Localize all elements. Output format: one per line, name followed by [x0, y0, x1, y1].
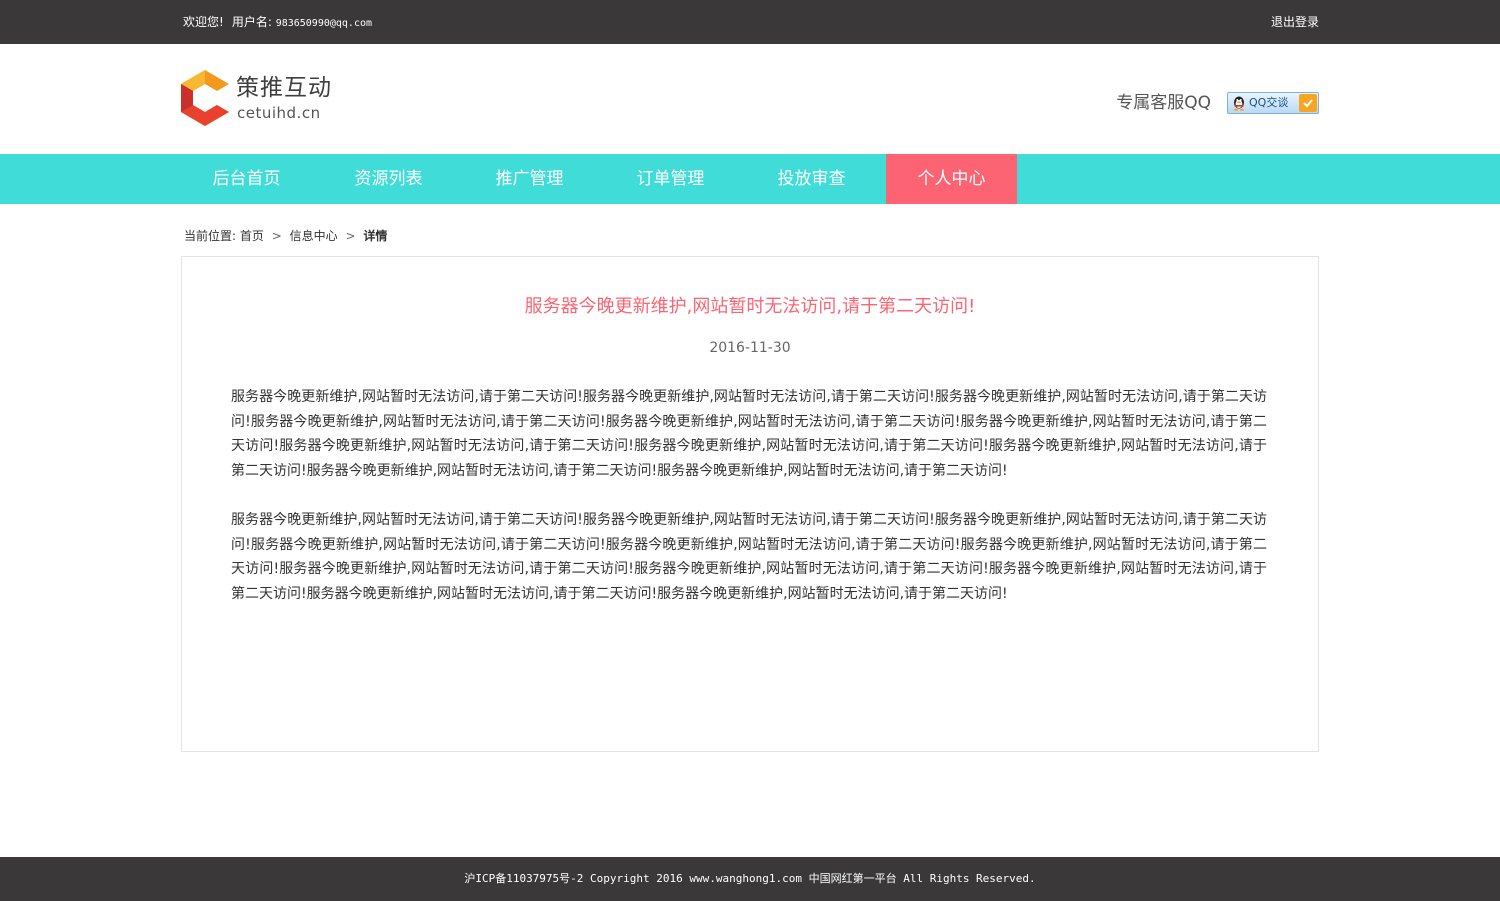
username: 983650990@qq.com [275, 18, 373, 29]
qq-penguin-icon [1233, 96, 1245, 111]
article-paragraph: 服务器今晚更新维护,网站暂时无法访问,请于第二天访问!服务器今晚更新维护,网站暂… [231, 389, 1267, 479]
service-label: 专属客服QQ [1116, 93, 1211, 113]
logo-name-cn: 策推互动 [236, 75, 332, 101]
breadcrumb: 当前位置: 首页 > 信息中心 > 详情 [184, 228, 387, 244]
nav-item-profile[interactable]: 个人中心 [886, 154, 1017, 204]
logo-mark-icon [181, 70, 229, 126]
check-icon [1299, 94, 1317, 112]
article-body: 服务器今晚更新维护,网站暂时无法访问,请于第二天访问!服务器今晚更新维护,网站暂… [231, 385, 1267, 631]
chevron-right-icon: > [345, 229, 356, 243]
welcome-label: 欢迎您! [183, 15, 224, 29]
breadcrumb-label: 当前位置: [184, 229, 237, 243]
nav-item-review[interactable]: 投放审查 [746, 154, 877, 204]
nav-item-promotion[interactable]: 推广管理 [464, 154, 595, 204]
qq-button-label: QQ交谈 [1249, 96, 1289, 109]
article-title: 服务器今晚更新维护,网站暂时无法访问,请于第二天访问! [524, 296, 976, 317]
username-label: 用户名: [231, 15, 272, 29]
logout-link[interactable]: 退出登录 [1271, 14, 1319, 30]
nav-item-resources[interactable]: 资源列表 [323, 154, 454, 204]
chevron-right-icon: > [271, 229, 282, 243]
logo[interactable]: 策推互动 cetuihd.cn [181, 70, 341, 130]
breadcrumb-current: 详情 [363, 229, 388, 243]
breadcrumb-home[interactable]: 首页 [240, 229, 264, 243]
welcome-text: 欢迎您! 用户名: 983650990@qq.com [183, 14, 372, 32]
header: 策推互动 cetuihd.cn 专属客服QQ QQ交谈 [0, 44, 1500, 154]
qq-chat-button[interactable]: QQ交谈 [1227, 92, 1319, 114]
logo-name-en: cetuihd.cn [237, 104, 321, 122]
footer: 沪ICP备11037975号-2 Copyright 2016 www.wang… [0, 857, 1500, 901]
main-nav: 后台首页 资源列表 推广管理 订单管理 投放审查 个人中心 [0, 154, 1500, 204]
nav-item-orders[interactable]: 订单管理 [605, 154, 736, 204]
breadcrumb-info-center[interactable]: 信息中心 [290, 229, 338, 243]
article-paragraph: 服务器今晚更新维护,网站暂时无法访问,请于第二天访问!服务器今晚更新维护,网站暂… [231, 512, 1267, 602]
nav-item-dashboard[interactable]: 后台首页 [181, 154, 312, 204]
footer-copyright: 沪ICP备11037975号-2 Copyright 2016 www.wang… [464, 872, 1036, 885]
article-panel: 服务器今晚更新维护,网站暂时无法访问,请于第二天访问! 2016-11-30 服… [181, 256, 1319, 752]
top-bar: 欢迎您! 用户名: 983650990@qq.com 退出登录 [0, 0, 1500, 44]
article-date: 2016-11-30 [709, 340, 791, 356]
